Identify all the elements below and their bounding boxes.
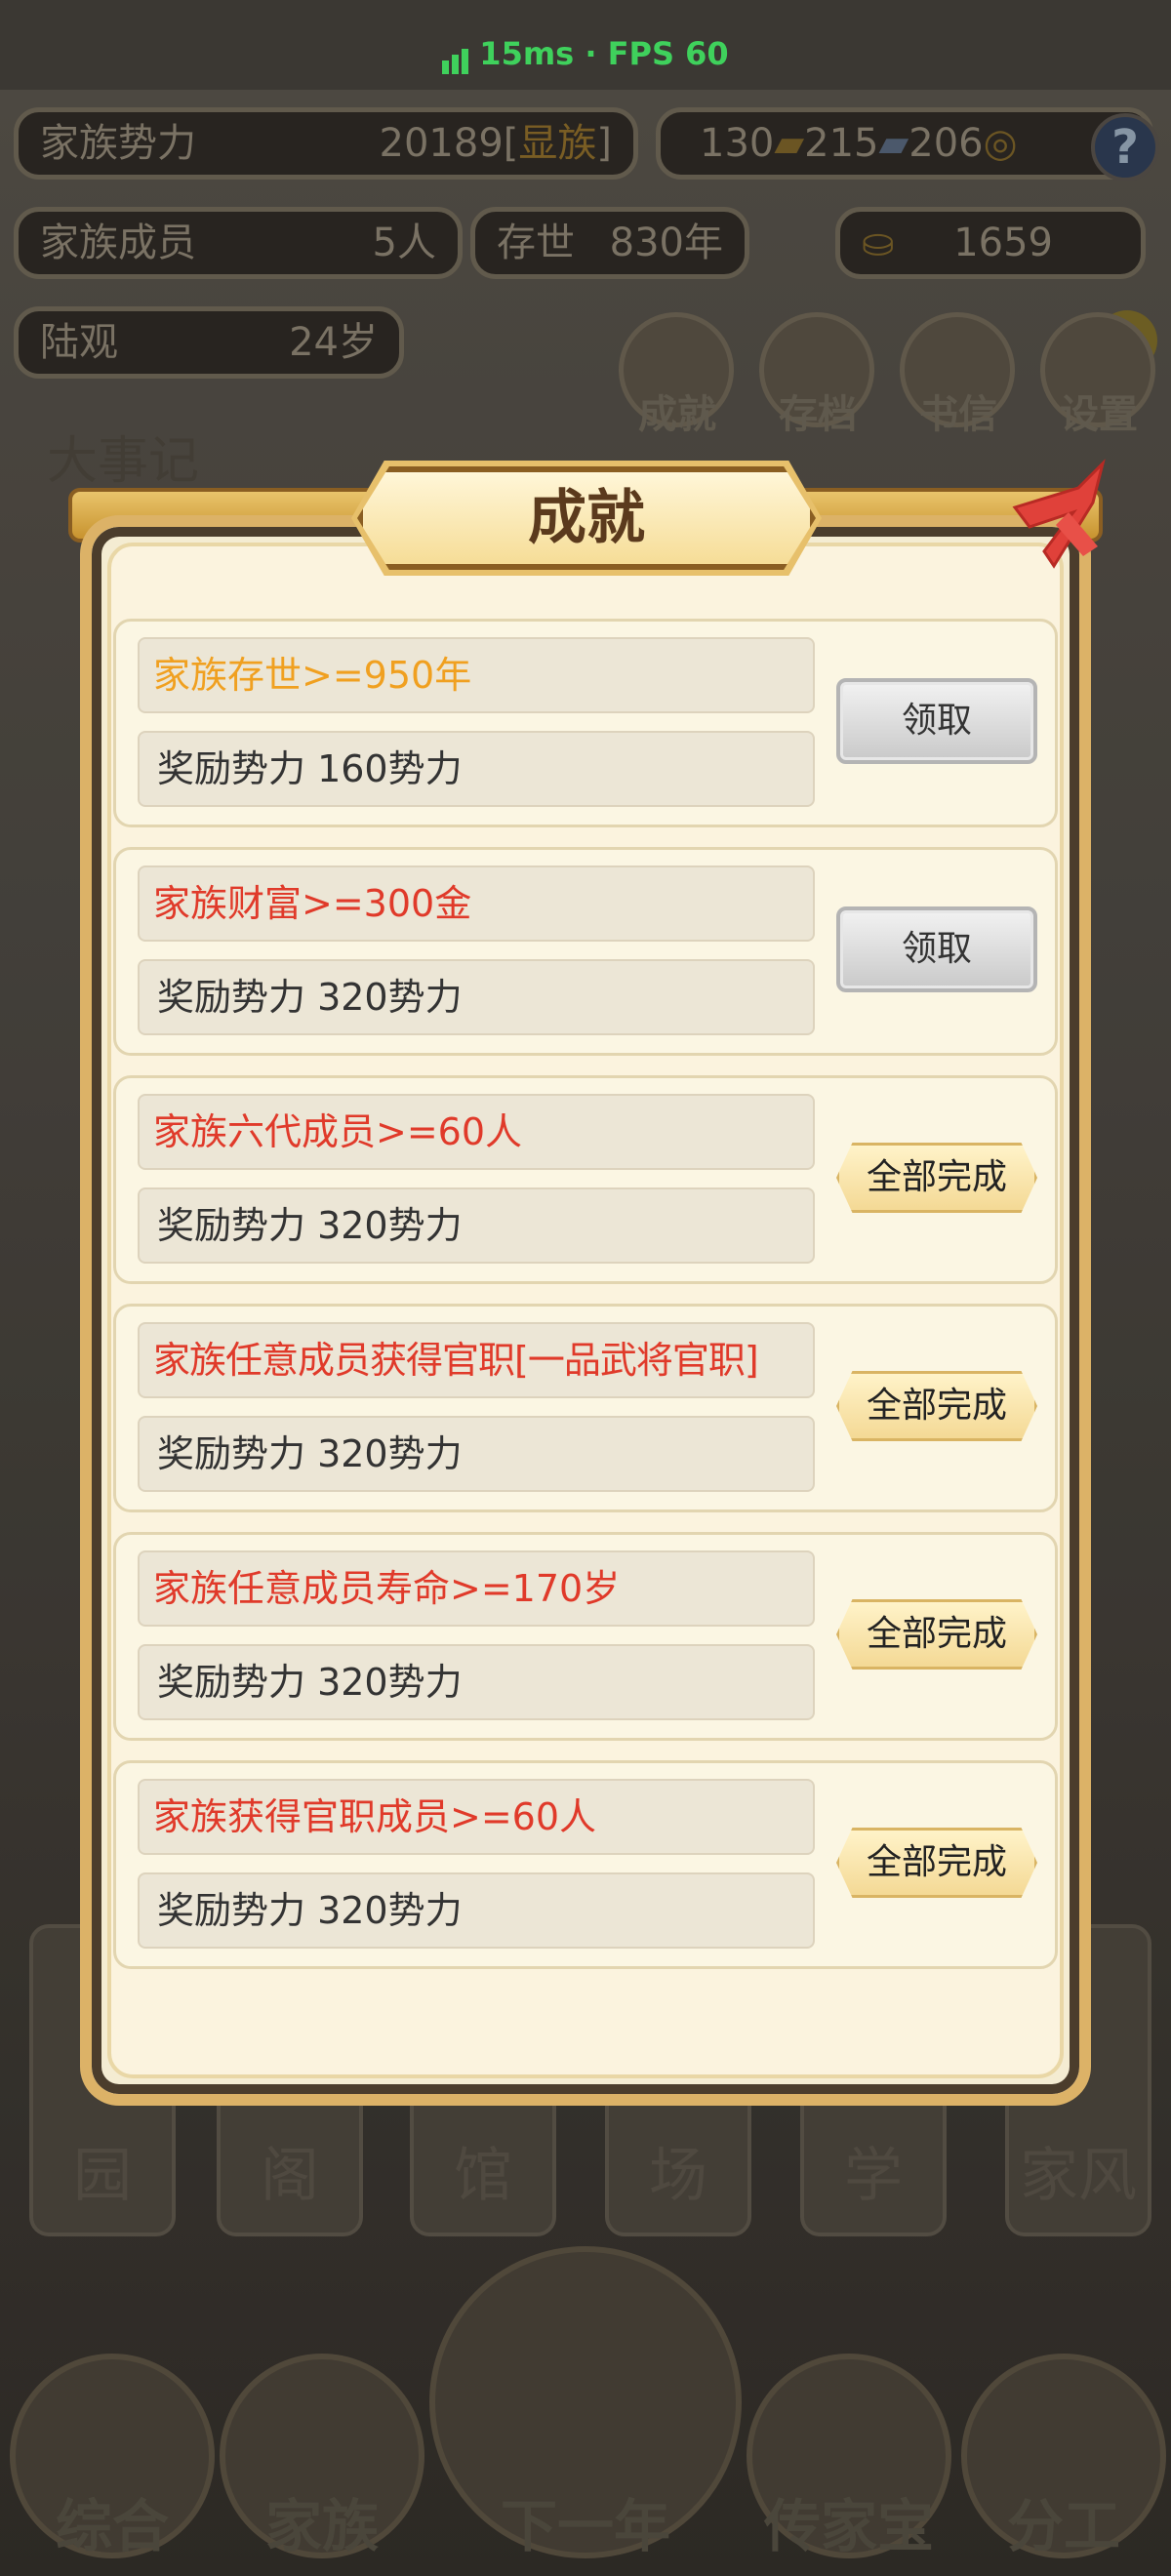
all-complete-badge: 全部完成 [836, 1371, 1037, 1441]
achievement-reward: 奖励势力 320势力 [138, 1187, 815, 1264]
achievement-reward: 奖励势力 160势力 [138, 731, 815, 807]
close-icon[interactable] [995, 459, 1122, 585]
claim-button[interactable]: 领取 [836, 906, 1037, 992]
achievement-title: 家族存世>=950年 [138, 637, 815, 713]
achievement-title: 家族六代成员>=60人 [138, 1094, 815, 1170]
achievement-card: 家族获得官职成员>=60人 奖励势力 320势力 全部完成 [113, 1760, 1058, 1969]
achievement-title: 家族任意成员获得官职[一品武将官职] [138, 1322, 815, 1398]
achievement-reward: 奖励势力 320势力 [138, 959, 815, 1035]
achievement-reward: 奖励势力 320势力 [138, 1644, 815, 1720]
achievement-reward: 奖励势力 320势力 [138, 1416, 815, 1492]
status-text: 15ms · FPS 60 [479, 35, 729, 72]
achievement-card: 家族六代成员>=60人 奖励势力 320势力 全部完成 [113, 1075, 1058, 1284]
achievement-card: 家族存世>=950年 奖励势力 160势力 领取 [113, 619, 1058, 827]
achievement-reward: 奖励势力 320势力 [138, 1872, 815, 1949]
achievement-card: 家族财富>=300金 奖励势力 320势力 领取 [113, 847, 1058, 1056]
achievement-card: 家族任意成员获得官职[一品武将官职] 奖励势力 320势力 全部完成 [113, 1304, 1058, 1512]
status-bar: 15ms · FPS 60 [0, 0, 1171, 90]
achievement-title: 家族获得官职成员>=60人 [138, 1779, 815, 1855]
signal-icon [442, 37, 471, 74]
achievement-card: 家族任意成员寿命>=170岁 奖励势力 320势力 全部完成 [113, 1532, 1058, 1741]
all-complete-badge: 全部完成 [836, 1828, 1037, 1898]
achievement-title: 家族财富>=300金 [138, 865, 815, 942]
achievement-title: 家族任意成员寿命>=170岁 [138, 1550, 815, 1627]
dialog-title: 成就 [528, 484, 645, 552]
claim-button[interactable]: 领取 [836, 678, 1037, 764]
all-complete-badge: 全部完成 [836, 1599, 1037, 1670]
all-complete-badge: 全部完成 [836, 1143, 1037, 1213]
